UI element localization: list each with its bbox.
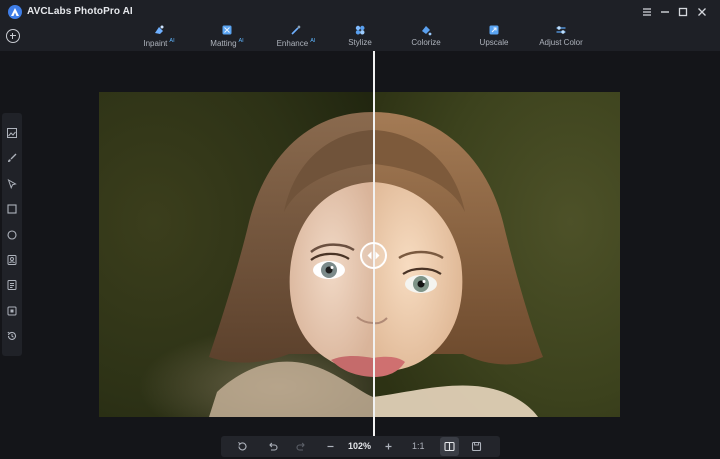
tool-inpaint[interactable]: Inpaint AI bbox=[135, 24, 183, 51]
adjust-color-icon bbox=[556, 26, 566, 34]
minimize-icon[interactable] bbox=[657, 4, 673, 20]
upscale-icon bbox=[489, 25, 499, 35]
tool-sidebar bbox=[2, 113, 22, 356]
tool-upscale-label: Upscale bbox=[479, 38, 509, 47]
undo-icon[interactable] bbox=[266, 440, 279, 453]
tool-enhance[interactable]: Enhance AI bbox=[270, 24, 322, 51]
ellipse-icon[interactable] bbox=[6, 229, 18, 241]
redo-icon[interactable] bbox=[295, 440, 308, 453]
app-logo-icon bbox=[8, 5, 22, 19]
original-image bbox=[99, 92, 373, 417]
brush-icon[interactable] bbox=[6, 152, 18, 164]
stylize-icon bbox=[355, 25, 365, 35]
compare-view-button[interactable] bbox=[440, 437, 459, 456]
tool-matting[interactable]: Matting AI bbox=[202, 24, 252, 51]
ai-badge: AI bbox=[238, 38, 244, 44]
inpaint-icon bbox=[155, 25, 164, 34]
zoom-level: 102% bbox=[348, 441, 372, 451]
rectangle-icon[interactable] bbox=[6, 203, 18, 215]
history-icon[interactable] bbox=[6, 330, 18, 342]
enhance-icon bbox=[291, 25, 301, 35]
colorize-icon bbox=[422, 26, 432, 36]
title-bar: AVCLabs PhotoPro AI bbox=[0, 0, 720, 24]
portrait-icon[interactable] bbox=[6, 254, 18, 266]
select-arrow-icon[interactable] bbox=[6, 178, 18, 190]
tool-inpaint-label: Inpaint bbox=[143, 39, 168, 48]
maximize-icon[interactable] bbox=[675, 4, 691, 20]
menu-icon[interactable] bbox=[639, 4, 655, 20]
actual-size-button[interactable]: 1:1 bbox=[412, 441, 425, 451]
bottom-control-bar: 102% 1:1 bbox=[221, 436, 500, 457]
zoom-out-icon[interactable] bbox=[324, 440, 337, 453]
ai-badge: AI bbox=[169, 38, 175, 44]
image-icon[interactable] bbox=[6, 127, 18, 139]
tool-colorize-label: Colorize bbox=[411, 38, 441, 47]
document-icon[interactable] bbox=[6, 279, 18, 291]
reset-icon[interactable] bbox=[236, 440, 249, 453]
enhanced-image bbox=[373, 92, 620, 417]
tool-adjust-color[interactable]: Adjust Color bbox=[534, 24, 588, 51]
compare-drag-handle[interactable] bbox=[360, 242, 387, 269]
ai-badge: AI bbox=[310, 38, 316, 44]
tool-stylize[interactable]: Stylize bbox=[341, 24, 379, 51]
matting-icon bbox=[222, 25, 232, 35]
tool-stylize-label: Stylize bbox=[348, 38, 372, 47]
close-icon[interactable] bbox=[694, 4, 710, 20]
zoom-in-icon[interactable] bbox=[382, 440, 395, 453]
toolbar: Inpaint AI Matting AI Enhance AI Stylize Co… bbox=[0, 24, 720, 51]
tool-colorize[interactable]: Colorize bbox=[405, 24, 447, 51]
add-image-button[interactable] bbox=[6, 29, 20, 43]
tool-upscale[interactable]: Upscale bbox=[474, 24, 514, 51]
layers-icon[interactable] bbox=[6, 305, 18, 317]
split-view-icon bbox=[444, 441, 455, 452]
tool-adjust-color-label: Adjust Color bbox=[539, 38, 583, 47]
drag-arrows-icon bbox=[367, 251, 380, 260]
tool-enhance-label: Enhance bbox=[276, 39, 309, 48]
app-title: AVCLabs PhotoPro AI bbox=[27, 6, 133, 17]
save-icon[interactable] bbox=[470, 440, 483, 453]
tool-matting-label: Matting bbox=[210, 39, 237, 48]
